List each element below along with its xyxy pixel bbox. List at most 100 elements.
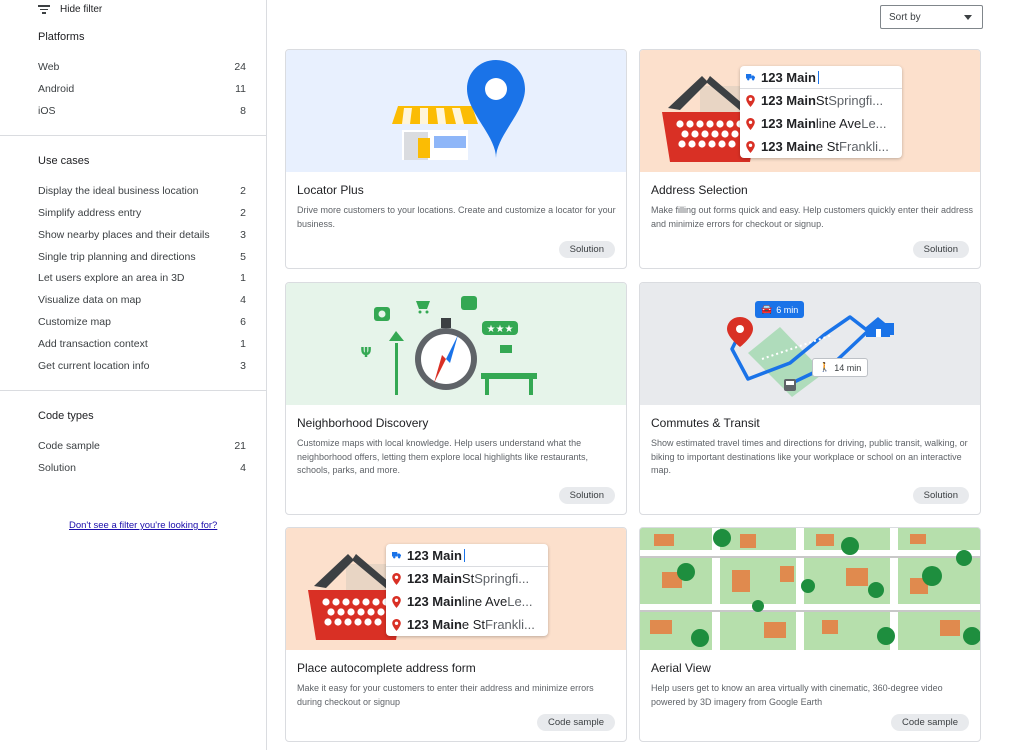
map-pin-icon [392, 618, 401, 631]
facet-label: Single trip planning and directions [38, 251, 196, 263]
filter-sidebar: Hide filter Platforms Web 24 Android 11 iO… [0, 0, 267, 750]
address-suggestion: 123 Main St Springfi... [386, 567, 548, 590]
divider [0, 135, 266, 136]
facet-label: Let users explore an area in 3D [38, 272, 185, 284]
suggestion-rest: Le... [861, 116, 887, 131]
facet-current-location[interactable]: Get current location info 3 [38, 360, 246, 372]
card-commutes-transit[interactable]: 🚘 6 min 🚶 14 min Commutes & Transit Show e… [639, 282, 981, 515]
walking-icon: 🚶 [819, 362, 831, 372]
facet-label: Android [38, 83, 75, 95]
hide-filter-label: Hide filter [60, 4, 103, 15]
facet-simplify-address-entry[interactable]: Simplify address entry 2 [38, 207, 246, 219]
card-image: 123 Main 123 Main St Springfi... 123 Mai… [286, 528, 626, 650]
facet-label: Show nearby places and their details [38, 229, 210, 241]
card-description: Show estimated travel times and directio… [651, 438, 968, 475]
facet-label: Visualize data on map [38, 294, 142, 306]
suggestion-rest: Le... [507, 594, 533, 609]
card-description: Make filling out forms quick and easy. H… [651, 205, 973, 229]
card-description: Make it easy for your customers to enter… [297, 683, 594, 707]
map-pin-icon [746, 117, 755, 130]
facet-customize-map[interactable]: Customize map 6 [38, 316, 246, 328]
facet-label: Web [38, 61, 60, 73]
card-address-selection[interactable]: 123 Main 123 Main St Springfi... 123 Mai… [639, 49, 981, 269]
card-image [640, 528, 980, 650]
facet-explore-3d[interactable]: Let users explore an area in 3D 1 [38, 272, 246, 284]
suggestion-rest: Frankli... [839, 139, 889, 154]
card-aerial-view[interactable]: Aerial View Help users get to know an ar… [639, 527, 981, 742]
card-description: Drive more customers to your locations. … [297, 205, 616, 229]
facet-web[interactable]: Web 24 [38, 61, 246, 73]
facet-label: Customize map [38, 316, 111, 328]
facet-count: 1 [240, 338, 246, 350]
divider [0, 390, 266, 391]
suggestion-rest: Springfi... [828, 93, 884, 108]
card-tag: Solution [912, 487, 969, 504]
card-title: Place autocomplete address form [297, 661, 476, 675]
card-title: Aerial View [651, 661, 711, 675]
card-image: 🚘 6 min 🚶 14 min [640, 283, 980, 405]
map-pin-icon [746, 140, 755, 153]
facet-label: iOS [38, 105, 56, 117]
facet-transaction-context[interactable]: Add transaction context 1 [38, 338, 246, 350]
card-place-autocomplete[interactable]: 123 Main 123 Main St Springfi... 123 Mai… [285, 527, 627, 742]
aerial-map-illustration [640, 528, 980, 650]
facet-count: 24 [234, 61, 246, 73]
address-input-mock: 123 Main [386, 544, 548, 567]
facet-display-business-location[interactable]: Display the ideal business location 2 [38, 185, 246, 197]
car-icon: 🚘 [761, 304, 773, 314]
card-image: 123 Main 123 Main St Springfi... 123 Mai… [640, 50, 980, 172]
facet-count: 3 [240, 229, 246, 241]
suggestion-bold: 123 Main [407, 594, 462, 609]
card-title: Commutes & Transit [651, 416, 760, 430]
use-cases-heading: Use cases [38, 155, 90, 167]
facet-android[interactable]: Android 11 [38, 83, 246, 95]
missing-filter-link[interactable]: Don't see a filter you're looking for? [69, 520, 217, 531]
drive-time: 6 min [776, 304, 799, 315]
facet-count: 6 [240, 316, 246, 328]
suggestion-bold: 123 Main [761, 116, 816, 131]
facet-code-sample[interactable]: Code sample 21 [38, 440, 246, 452]
facet-count: 2 [240, 185, 246, 197]
suggestion-normal: line Ave [815, 116, 862, 131]
facet-count: 8 [240, 105, 246, 117]
facet-count: 2 [240, 207, 246, 219]
card-description: Customize maps with local knowledge. Hel… [297, 438, 589, 475]
card-locator-plus[interactable]: Locator Plus Drive more customers to you… [285, 49, 627, 269]
compass-places-illustration: ★★★ Ψ [360, 296, 537, 395]
suggestion-rest: Springfi... [474, 571, 530, 586]
suggestion-bold: 123 Main [761, 93, 816, 108]
chevron-down-icon [964, 15, 972, 20]
truck-icon [392, 552, 401, 559]
card-tag: Solution [558, 241, 615, 258]
facet-count: 4 [240, 294, 246, 306]
facet-label: Simplify address entry [38, 207, 142, 219]
address-input-text: 123 Main [761, 69, 816, 85]
filter-icon [38, 5, 50, 14]
code-types-heading: Code types [38, 410, 94, 422]
suggestion-normal: e St [815, 139, 840, 154]
facet-visualize-data[interactable]: Visualize data on map 4 [38, 294, 246, 306]
card-neighborhood-discovery[interactable]: ★★★ Ψ Neighborhood Discovery Customize m… [285, 282, 627, 515]
suggestion-normal: line Ave [461, 594, 508, 609]
map-pin-icon [746, 94, 755, 107]
facet-ios[interactable]: iOS 8 [38, 105, 246, 117]
address-autocomplete-mock: 123 Main 123 Main St Springfi... 123 Mai… [740, 66, 902, 158]
hide-filter-button[interactable]: Hide filter [38, 4, 102, 15]
svg-text:Ψ: Ψ [360, 346, 371, 361]
facet-count: 11 [235, 83, 246, 95]
suggestion-normal: e St [461, 617, 486, 632]
facet-nearby-places[interactable]: Show nearby places and their details 3 [38, 229, 246, 241]
facet-count: 4 [240, 462, 246, 474]
facet-solution[interactable]: Solution 4 [38, 462, 246, 474]
facet-trip-planning[interactable]: Single trip planning and directions 5 [38, 251, 246, 263]
sort-dropdown[interactable]: Sort by [880, 5, 983, 29]
facet-count: 5 [240, 251, 246, 263]
card-image: ★★★ Ψ [286, 283, 626, 405]
facet-label: Code sample [38, 440, 100, 452]
card-description: Help users get to know an area virtually… [651, 683, 943, 707]
card-title: Locator Plus [297, 183, 364, 197]
card-tag: Code sample [891, 714, 969, 731]
card-title: Neighborhood Discovery [297, 416, 429, 430]
map-pin-icon [392, 595, 401, 608]
address-suggestion: 123 Main St Springfi... [740, 89, 902, 112]
